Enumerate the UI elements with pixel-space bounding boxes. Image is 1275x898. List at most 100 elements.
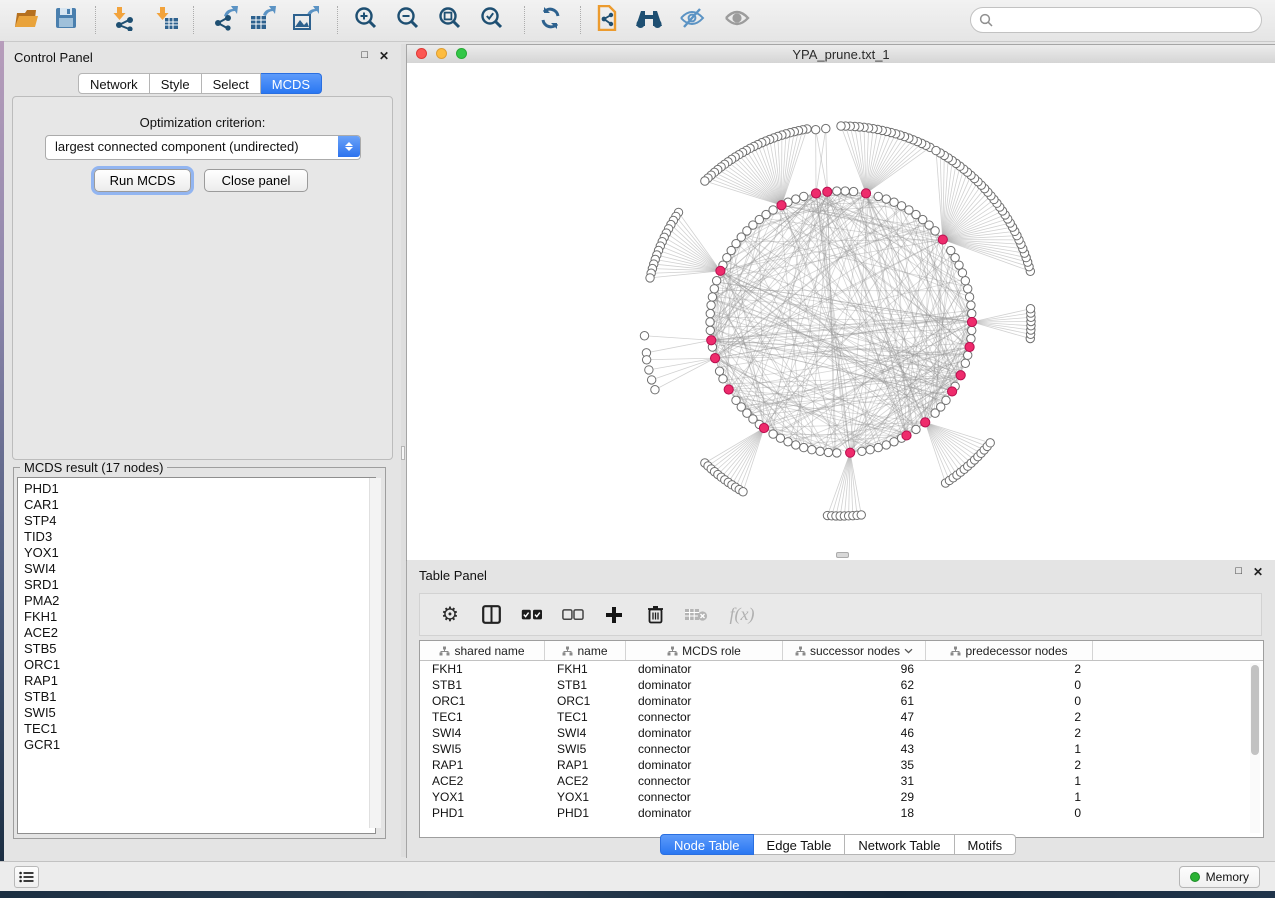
mcds-result-item[interactable]: STP4 (24, 513, 375, 529)
mcds-hub-node[interactable] (947, 387, 956, 396)
table-settings-button[interactable]: ⚙ (438, 603, 462, 627)
function-builder-button[interactable]: f(x) (725, 603, 759, 627)
table-row[interactable]: ORC1ORC1dominator610 (420, 693, 1263, 709)
mcds-result-item[interactable]: PMA2 (24, 593, 375, 609)
mcds-hub-node[interactable] (938, 235, 947, 244)
mcds-hub-node[interactable] (777, 201, 786, 210)
table-scrollbar[interactable] (1250, 663, 1260, 833)
mcds-result-item[interactable]: SWI4 (24, 561, 375, 577)
table-row[interactable]: YOX1YOX1connector291 (420, 789, 1263, 805)
tab-mcds[interactable]: MCDS (261, 73, 322, 94)
apply-layout-button[interactable] (532, 4, 568, 37)
mcds-result-item[interactable]: SRD1 (24, 577, 375, 593)
mcds-result-item[interactable]: YOX1 (24, 545, 375, 561)
splitter-grip[interactable] (401, 446, 405, 460)
mcds-hub-node[interactable] (902, 431, 911, 440)
tab-select[interactable]: Select (202, 73, 261, 94)
mcds-hub-node[interactable] (724, 385, 733, 394)
table-row[interactable]: RAP1RAP1dominator352 (420, 757, 1263, 773)
tab-network[interactable]: Network (78, 73, 150, 94)
mcds-result-item[interactable]: RAP1 (24, 673, 375, 689)
zoom-fit-button[interactable] (432, 4, 468, 37)
float-table-panel-icon[interactable]: □ (1235, 565, 1242, 577)
column-header-name[interactable]: name (545, 641, 626, 660)
mcds-hub-node[interactable] (710, 354, 719, 363)
mcds-result-item[interactable]: SWI5 (24, 705, 375, 721)
network-graph[interactable] (407, 63, 1275, 560)
node-table[interactable]: shared namenameMCDS rolesuccessor nodesp… (419, 640, 1264, 838)
mcds-result-item[interactable]: PHD1 (24, 481, 375, 497)
mcds-hub-node[interactable] (956, 371, 965, 380)
run-mcds-button[interactable]: Run MCDS (94, 169, 191, 192)
mcds-hub-node[interactable] (707, 336, 716, 345)
save-session-button[interactable] (48, 4, 84, 37)
float-panel-icon[interactable]: □ (361, 49, 368, 61)
mcds-result-item[interactable]: GCR1 (24, 737, 375, 753)
mcds-hub-node[interactable] (967, 317, 976, 326)
mcds-result-item[interactable]: TID3 (24, 529, 375, 545)
mcds-hub-node[interactable] (759, 423, 768, 432)
zoom-selected-button[interactable] (474, 4, 510, 37)
delete-table-button[interactable] (684, 603, 708, 627)
export-image-button[interactable] (287, 4, 323, 37)
network-search-field[interactable] (970, 7, 1262, 33)
table-row[interactable]: STB1STB1dominator620 (420, 677, 1263, 693)
mcds-result-item[interactable]: STB5 (24, 641, 375, 657)
mcds-hub-node[interactable] (716, 266, 725, 275)
delete-row-button[interactable] (643, 603, 667, 627)
mcds-hub-node[interactable] (823, 187, 832, 196)
column-header-shared-name[interactable]: shared name (420, 641, 545, 660)
column-header-MCDS-role[interactable]: MCDS role (626, 641, 783, 660)
column-header-successor-nodes[interactable]: successor nodes (783, 641, 926, 660)
zoom-out-button[interactable] (390, 4, 426, 37)
network-window-titlebar[interactable]: YPA_prune.txt_1 (407, 45, 1275, 64)
tab-motifs[interactable]: Motifs (955, 834, 1017, 855)
search-network-button[interactable] (631, 4, 667, 37)
tab-style[interactable]: Style (150, 73, 202, 94)
mcds-hub-node[interactable] (921, 418, 930, 427)
table-row[interactable]: ACE2ACE2connector311 (420, 773, 1263, 789)
open-session-button[interactable] (8, 4, 44, 37)
close-table-panel-icon[interactable]: ✕ (1253, 565, 1263, 579)
memory-button[interactable]: Memory (1179, 866, 1260, 888)
mcds-hub-node[interactable] (861, 189, 870, 198)
mcds-list-scrollbar[interactable] (369, 478, 381, 828)
deselect-all-button[interactable] (561, 603, 585, 627)
column-header-predecessor-nodes[interactable]: predecessor nodes (926, 641, 1093, 660)
mcds-result-list[interactable]: PHD1CAR1STP4TID3YOX1SWI4SRD1PMA2FKH1ACE2… (17, 477, 376, 834)
table-row[interactable]: PHD1PHD1dominator180 (420, 805, 1263, 821)
mcds-hub-node[interactable] (811, 189, 820, 198)
show-all-button[interactable] (719, 4, 755, 37)
close-panel-icon[interactable]: ✕ (379, 49, 389, 63)
mcds-hub-node[interactable] (846, 448, 855, 457)
show-columns-button[interactable] (479, 603, 503, 627)
table-row[interactable]: SWI5SWI5connector431 (420, 741, 1263, 757)
mcds-result-item[interactable]: ACE2 (24, 625, 375, 641)
close-panel-button[interactable]: Close panel (204, 169, 308, 192)
table-row[interactable]: FKH1FKH1dominator962 (420, 661, 1263, 677)
mcds-result-item[interactable]: TEC1 (24, 721, 375, 737)
horizontal-splitter-grip[interactable] (836, 552, 849, 558)
clone-network-button[interactable] (589, 4, 625, 37)
network-canvas[interactable] (407, 63, 1275, 560)
tab-network-table[interactable]: Network Table (845, 834, 954, 855)
mcds-result-item[interactable]: CAR1 (24, 497, 375, 513)
mcds-result-item[interactable]: ORC1 (24, 657, 375, 673)
table-row[interactable]: SWI4SWI4dominator462 (420, 725, 1263, 741)
zoom-in-button[interactable] (348, 4, 384, 37)
search-input[interactable] (993, 11, 1261, 29)
tab-edge-table[interactable]: Edge Table (754, 834, 846, 855)
mcds-hub-node[interactable] (965, 342, 974, 351)
import-network-button[interactable] (105, 4, 141, 37)
task-history-button[interactable] (14, 866, 39, 888)
hide-selected-button[interactable] (674, 4, 710, 37)
export-table-button[interactable] (244, 4, 280, 37)
mcds-result-item[interactable]: STB1 (24, 689, 375, 705)
table-scrollbar-thumb[interactable] (1251, 665, 1259, 755)
select-all-button[interactable] (520, 603, 544, 627)
table-row[interactable]: TEC1TEC1connector472 (420, 709, 1263, 725)
criterion-dropdown[interactable]: largest connected component (undirected) (45, 135, 361, 160)
mcds-result-item[interactable]: FKH1 (24, 609, 375, 625)
tab-node-table[interactable]: Node Table (660, 834, 754, 855)
import-table-button[interactable] (148, 4, 184, 37)
